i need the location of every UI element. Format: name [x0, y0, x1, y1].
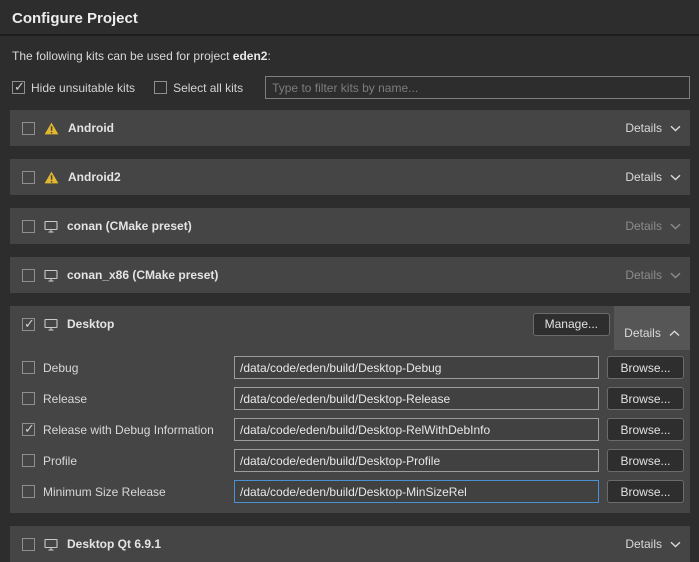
filter-toolbar: Hide unsuitable kits Select all kits: [12, 76, 690, 99]
config-checkbox[interactable]: [22, 392, 35, 405]
kit-checkbox[interactable]: [22, 269, 35, 282]
details-label: Details: [625, 219, 662, 233]
config-label: Debug: [43, 361, 234, 375]
build-config-row-relwithdebinfo: Release with Debug Information Browse...: [22, 418, 684, 441]
config-checkbox[interactable]: [22, 454, 35, 467]
kit-checkbox[interactable]: [22, 220, 35, 233]
kit-section-conan: conan (CMake preset) Details: [10, 208, 690, 244]
kit-name: conan_x86 (CMake preset): [67, 268, 218, 282]
page-title: Configure Project: [12, 10, 687, 27]
kit-name: Desktop: [67, 317, 114, 331]
intro-text: The following kits can be used for proje…: [12, 49, 687, 63]
kit-name: Desktop Qt 6.9.1: [67, 537, 161, 551]
details-label: Details: [625, 170, 662, 184]
checkbox-icon[interactable]: [154, 81, 167, 94]
desktop-icon: [44, 220, 58, 233]
chevron-down-icon: [670, 170, 681, 184]
build-config-row-release: Release Browse...: [22, 387, 684, 410]
warning-icon: [44, 122, 59, 135]
kit-list: Android Details Android2 Details: [10, 110, 690, 562]
kit-checkbox[interactable]: [22, 538, 35, 551]
kit-section-desktop: Details Desktop Manage... Debug Browse..…: [10, 306, 690, 513]
details-label: Details: [625, 268, 662, 282]
kit-name: Android2: [68, 170, 121, 184]
select-all-label: Select all kits: [173, 81, 243, 95]
kit-checkbox[interactable]: [22, 171, 35, 184]
config-checkbox[interactable]: [22, 423, 35, 436]
kit-header: Desktop Qt 6.9.1 Details: [10, 526, 690, 562]
config-label: Release with Debug Information: [43, 423, 234, 437]
kit-checkbox[interactable]: [22, 122, 35, 135]
details-control: Details: [624, 316, 680, 350]
build-config-row-profile: Profile Browse...: [22, 449, 684, 472]
select-all-checkbox[interactable]: Select all kits: [154, 81, 243, 95]
kit-header: Android2 Details: [10, 159, 690, 195]
kit-section-conan-x86: conan_x86 (CMake preset) Details: [10, 257, 690, 293]
project-name: eden2: [233, 49, 268, 63]
intro-prefix: The following kits can be used for proje…: [12, 49, 233, 63]
warning-icon: [44, 171, 59, 184]
desktop-icon: [44, 538, 58, 551]
chevron-up-icon: [669, 326, 680, 340]
kit-section-desktop-qt: Desktop Qt 6.9.1 Details: [10, 526, 690, 562]
details-toggle[interactable]: Details: [625, 219, 681, 233]
kit-name: Android: [68, 121, 114, 135]
chevron-down-icon: [670, 219, 681, 233]
kit-header: conan (CMake preset) Details: [10, 208, 690, 244]
browse-button[interactable]: Browse...: [607, 356, 684, 379]
details-label: Details: [625, 121, 662, 135]
build-config-row-debug: Debug Browse...: [22, 356, 684, 379]
details-toggle[interactable]: Details: [625, 268, 681, 282]
build-dir-input[interactable]: [234, 418, 599, 441]
window-header: Configure Project: [0, 0, 699, 34]
hide-unsuitable-checkbox[interactable]: Hide unsuitable kits: [12, 81, 135, 95]
config-label: Release: [43, 392, 234, 406]
kit-checkbox[interactable]: [22, 318, 35, 331]
chevron-down-icon: [670, 537, 681, 551]
checkbox-icon[interactable]: [12, 81, 25, 94]
browse-button[interactable]: Browse...: [607, 387, 684, 410]
details-label: Details: [625, 537, 662, 551]
config-label: Minimum Size Release: [43, 485, 234, 499]
chevron-down-icon: [670, 121, 681, 135]
desktop-icon: [44, 269, 58, 282]
chevron-down-icon: [670, 268, 681, 282]
kit-header: conan_x86 (CMake preset) Details: [10, 257, 690, 293]
details-label: Details: [624, 326, 661, 340]
kit-section-android2: Android2 Details: [10, 159, 690, 195]
details-toggle[interactable]: Details: [625, 121, 681, 135]
intro-suffix: :: [267, 49, 270, 63]
config-checkbox[interactable]: [22, 485, 35, 498]
manage-button[interactable]: Manage...: [533, 313, 610, 336]
build-dir-input[interactable]: [234, 480, 599, 503]
config-checkbox[interactable]: [22, 361, 35, 374]
kit-header: Desktop Manage...: [10, 306, 690, 342]
build-dir-input[interactable]: [234, 387, 599, 410]
hide-unsuitable-label: Hide unsuitable kits: [31, 81, 135, 95]
details-toggle[interactable]: Details: [625, 170, 681, 184]
details-toggle[interactable]: Details: [625, 537, 681, 551]
browse-button[interactable]: Browse...: [607, 418, 684, 441]
details-toggle[interactable]: Details: [614, 306, 690, 350]
config-label: Profile: [43, 454, 234, 468]
browse-button[interactable]: Browse...: [607, 449, 684, 472]
build-config-list: Debug Browse... Release Browse... Releas…: [10, 342, 690, 513]
kit-filter-input[interactable]: [265, 76, 690, 99]
kit-name: conan (CMake preset): [67, 219, 192, 233]
build-config-row-minsizerel: Minimum Size Release Browse...: [22, 480, 684, 503]
kit-header: Android Details: [10, 110, 690, 146]
build-dir-input[interactable]: [234, 356, 599, 379]
desktop-icon: [44, 318, 58, 331]
browse-button[interactable]: Browse...: [607, 480, 684, 503]
kit-section-android: Android Details: [10, 110, 690, 146]
build-dir-input[interactable]: [234, 449, 599, 472]
header-separator: [0, 34, 699, 36]
